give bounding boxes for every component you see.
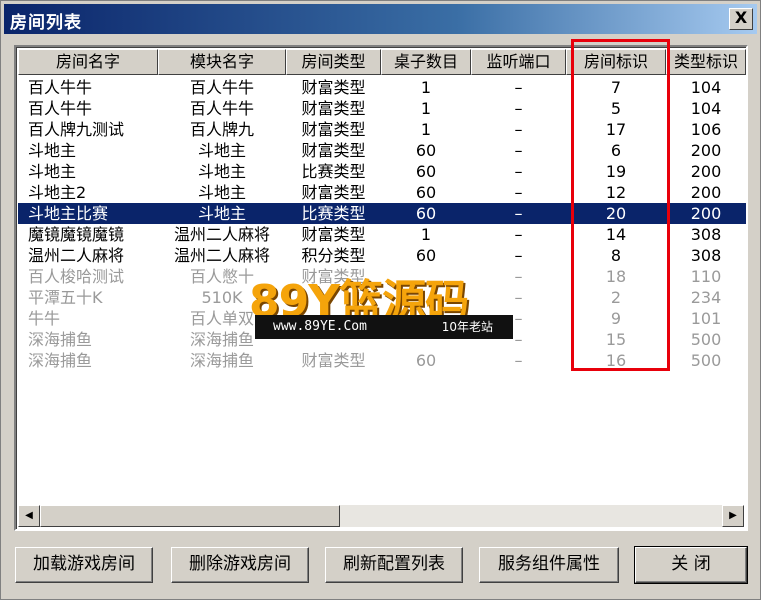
window-title: 房间列表: [10, 13, 82, 33]
cell-module: 百人牛牛: [189, 99, 254, 118]
cell-module: 斗地主: [197, 183, 246, 202]
cell-tables: 1: [420, 99, 432, 118]
cell-type_id: 200: [690, 162, 722, 181]
cell-tables: 60: [415, 246, 437, 265]
cell-port: –: [514, 162, 523, 181]
cell-type: 财富类型: [301, 225, 366, 244]
cell-port: –: [514, 78, 523, 97]
watermark-strip: www.89YE.Com 10年老站: [255, 315, 513, 339]
cell-module: 深海捕鱼: [189, 351, 254, 370]
cell-port: –: [514, 99, 523, 118]
cell-type: 比赛类型: [301, 162, 366, 181]
cell-tables: 1: [420, 120, 432, 139]
cell-type: 比赛类型: [301, 204, 366, 223]
cell-name: 平潭五十K: [28, 288, 103, 307]
cell-module: 斗地主: [197, 162, 246, 181]
cell-module: 斗地主: [197, 204, 246, 223]
cell-type_id: 200: [690, 204, 722, 223]
cell-type: 财富类型: [301, 351, 366, 370]
cell-port: –: [514, 351, 523, 370]
cell-type_id: 308: [690, 225, 722, 244]
cell-name: 斗地主: [28, 141, 77, 160]
cell-type_id: 308: [690, 246, 722, 265]
watermark-url: www.89YE.Com: [273, 319, 367, 334]
cell-port: –: [514, 225, 523, 244]
cell-tables: 60: [415, 141, 437, 160]
cell-port: –: [514, 141, 523, 160]
cell-type_id: 500: [690, 330, 722, 349]
close-button[interactable]: 关 闭: [634, 546, 748, 584]
cell-module: 斗地主: [197, 141, 246, 160]
horizontal-scrollbar[interactable]: ◀ ▶: [18, 505, 744, 527]
column-header-3[interactable]: 桌子数目: [381, 49, 471, 75]
cell-type_id: 106: [690, 120, 722, 139]
cell-name: 深海捕鱼: [28, 330, 93, 349]
column-header-4[interactable]: 监听端口: [471, 49, 566, 75]
cell-port: –: [514, 204, 523, 223]
service-props-button[interactable]: 服务组件属性: [479, 547, 619, 583]
cell-type: 财富类型: [301, 183, 366, 202]
cell-type_id: 101: [690, 309, 722, 328]
cell-name: 斗地主: [28, 162, 77, 181]
cell-type_id: 234: [690, 288, 722, 307]
cell-name: 百人牛牛: [28, 78, 93, 97]
cell-module: 百人牛牛: [189, 78, 254, 97]
delete-room-button[interactable]: 删除游戏房间: [171, 547, 309, 583]
column-header-6[interactable]: 类型标识: [666, 49, 746, 75]
cell-tables: 60: [415, 204, 437, 223]
cell-name: 温州二人麻将: [28, 246, 125, 265]
cell-type_id: 200: [690, 183, 722, 202]
watermark-tag: 10年老站: [441, 320, 493, 334]
scroll-thumb[interactable]: [40, 505, 340, 527]
cell-name: 百人牌九测试: [28, 120, 125, 139]
cell-tables: 1: [420, 225, 432, 244]
scroll-left-icon[interactable]: ◀: [18, 505, 40, 527]
column-header-1[interactable]: 模块名字: [158, 49, 286, 75]
room-id-highlight-box: [571, 39, 670, 371]
cell-port: –: [514, 246, 523, 265]
cell-tables: 60: [415, 351, 437, 370]
cell-tables: 60: [415, 183, 437, 202]
cell-name: 斗地主比赛: [28, 204, 109, 223]
cell-name: 百人牛牛: [28, 99, 93, 118]
title-bar[interactable]: 房间列表 X: [4, 4, 757, 34]
cell-module: 百人牌九: [189, 120, 254, 139]
column-header-2[interactable]: 房间类型: [286, 49, 381, 75]
watermark: 89Y篮源码 www.89YE.Com 10年老站: [249, 265, 517, 341]
cell-type: 积分类型: [301, 246, 366, 265]
cell-module: 温州二人麻将: [173, 246, 270, 265]
cell-name: 牛牛: [28, 309, 61, 328]
cell-name: 斗地主2: [28, 183, 87, 202]
cell-type: 财富类型: [301, 78, 366, 97]
cell-name: 深海捕鱼: [28, 351, 93, 370]
cell-port: –: [514, 120, 523, 139]
close-window-button[interactable]: X: [729, 8, 753, 30]
cell-type: 财富类型: [301, 141, 366, 160]
cell-type: 财富类型: [301, 99, 366, 118]
cell-type_id: 104: [690, 99, 722, 118]
cell-type_id: 500: [690, 351, 722, 370]
cell-type_id: 110: [690, 267, 722, 286]
cell-name: 魔镜魔镜魔镜: [28, 225, 125, 244]
cell-module: 温州二人麻将: [173, 225, 270, 244]
cell-tables: 60: [415, 162, 437, 181]
cell-tables: 1: [420, 78, 432, 97]
cell-name: 百人梭哈测试: [28, 267, 125, 286]
room-list-window: 房间列表 X 房间名字 模块名字 房间类型 桌子数目 监听端口 房间标识 类型标识 百人牛牛…: [0, 0, 761, 600]
cell-type: 财富类型: [301, 120, 366, 139]
refresh-config-button[interactable]: 刷新配置列表: [325, 547, 463, 583]
scroll-right-icon[interactable]: ▶: [722, 505, 744, 527]
cell-type_id: 200: [690, 141, 722, 160]
load-room-button[interactable]: 加载游戏房间: [15, 547, 153, 583]
cell-port: –: [514, 183, 523, 202]
column-header-0[interactable]: 房间名字: [18, 49, 158, 75]
cell-type_id: 104: [690, 78, 722, 97]
